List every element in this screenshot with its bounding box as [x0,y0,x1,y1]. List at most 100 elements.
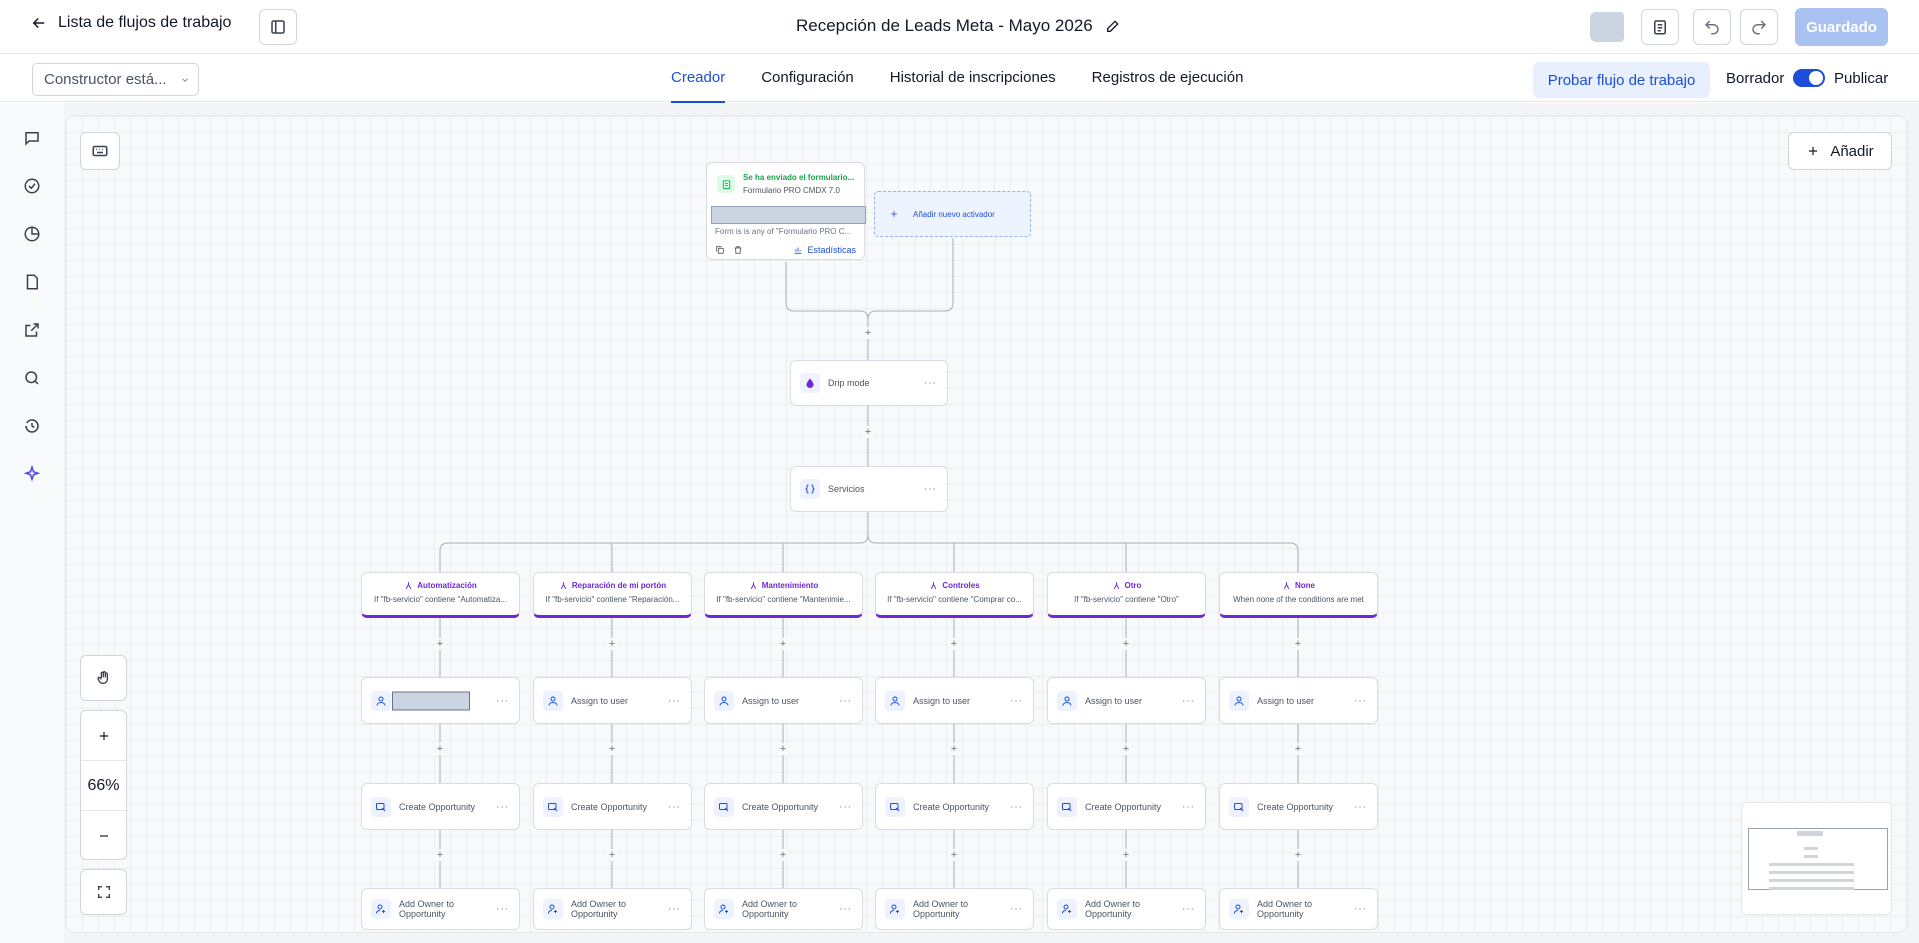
assign-user-node[interactable]: ··· [361,677,520,724]
branch-none[interactable]: None When none of the conditions are met [1219,572,1378,618]
add-step-plus[interactable]: + [434,849,446,861]
more-icon[interactable]: ··· [668,801,681,812]
trash-icon[interactable] [733,245,743,255]
sparkle-icon[interactable] [21,463,43,485]
add-step-plus[interactable]: + [1292,638,1304,650]
branch-reparacion[interactable]: Reparación de mi portón If "fb-servicio"… [533,572,692,618]
more-icon[interactable]: ··· [496,801,509,812]
add-step-plus[interactable]: + [606,638,618,650]
add-trigger-button[interactable]: Añadir nuevo activador [874,191,1031,237]
tab-configuracion[interactable]: Configuración [761,55,854,102]
more-icon[interactable]: ··· [839,904,852,915]
more-icon[interactable]: ··· [924,378,937,389]
check-circle-icon[interactable] [21,175,43,197]
more-icon[interactable]: ··· [668,695,681,706]
search-icon[interactable] [21,367,43,389]
more-icon[interactable]: ··· [1354,801,1367,812]
publish-toggle[interactable] [1793,69,1825,87]
file-icon[interactable] [21,271,43,293]
add-step-plus[interactable]: + [1292,743,1304,755]
create-opportunity-node[interactable]: Create Opportunity ··· [704,783,863,830]
add-step-plus[interactable]: + [1120,743,1132,755]
undo-button[interactable] [1693,9,1731,45]
add-step-plus[interactable]: + [434,743,446,755]
more-icon[interactable]: ··· [496,904,509,915]
more-icon[interactable]: ··· [1010,695,1023,706]
branch-otro[interactable]: Otro If "fb-servicio" contiene "Otro" [1047,572,1206,618]
drip-mode-node[interactable]: Drip mode ··· [790,360,948,406]
keyboard-shortcuts-button[interactable] [80,132,120,170]
branch-automatizacion[interactable]: Automatización If "fb-servicio" contiene… [361,572,520,618]
more-icon[interactable]: ··· [839,695,852,706]
assign-user-node[interactable]: Assign to user ··· [533,677,692,724]
avatar[interactable] [1590,12,1624,42]
branch-mantenimiento[interactable]: Mantenimiento If "fb-servicio" contiene … [704,572,863,618]
history-icon[interactable] [21,415,43,437]
tab-registros[interactable]: Registros de ejecución [1092,55,1244,102]
add-step-plus[interactable]: + [777,638,789,650]
more-icon[interactable]: ··· [839,801,852,812]
tab-historial[interactable]: Historial de inscripciones [890,55,1056,102]
add-step-plus[interactable]: + [948,743,960,755]
add-step-plus[interactable]: + [1120,638,1132,650]
services-node[interactable]: Servicios ··· [790,466,948,512]
add-step-plus[interactable]: + [948,638,960,650]
minimap[interactable] [1741,802,1892,915]
add-step-plus[interactable]: + [606,849,618,861]
add-step-plus[interactable]: + [1292,849,1304,861]
sidebar-toggle-button[interactable] [259,9,297,45]
add-step-plus[interactable]: + [777,743,789,755]
chat-icon[interactable] [21,127,43,149]
save-button[interactable]: Guardado [1795,8,1888,46]
assign-user-node[interactable]: Assign to user ··· [704,677,863,724]
pie-chart-icon[interactable] [21,223,43,245]
more-icon[interactable]: ··· [924,484,937,495]
create-opportunity-node[interactable]: Create Opportunity ··· [875,783,1034,830]
branch-controles[interactable]: Controles If "fb-servicio" contiene "Com… [875,572,1034,618]
add-step-plus[interactable]: + [434,638,446,650]
test-workflow-button[interactable]: Probar flujo de trabajo [1533,62,1710,98]
more-icon[interactable]: ··· [668,904,681,915]
add-owner-node[interactable]: Add Owner to Opportunity ··· [875,888,1034,930]
more-icon[interactable]: ··· [1182,695,1195,706]
more-icon[interactable]: ··· [1354,904,1367,915]
add-owner-node[interactable]: Add Owner to Opportunity ··· [1047,888,1206,930]
more-icon[interactable]: ··· [1182,801,1195,812]
fit-view-button[interactable] [80,869,127,915]
assign-user-node[interactable]: Assign to user ··· [875,677,1034,724]
add-owner-node[interactable]: Add Owner to Opportunity ··· [704,888,863,930]
assign-user-node[interactable]: Assign to user ··· [1047,677,1206,724]
create-opportunity-node[interactable]: Create Opportunity ··· [1219,783,1378,830]
add-button[interactable]: Añadir [1788,132,1892,170]
create-opportunity-node[interactable]: Create Opportunity ··· [361,783,520,830]
pan-tool-button[interactable] [80,655,127,701]
add-step-plus[interactable]: + [948,849,960,861]
add-step-plus[interactable]: + [606,743,618,755]
pencil-icon[interactable] [1105,18,1121,34]
add-step-plus[interactable]: + [862,327,874,339]
redo-button[interactable] [1740,9,1778,45]
builder-select[interactable]: Constructor está... [32,63,199,96]
back-to-workflows-link[interactable]: Lista de flujos de trabajo [30,14,231,32]
zoom-out-button[interactable] [81,811,126,861]
add-owner-node[interactable]: Add Owner to Opportunity ··· [1219,888,1378,930]
zoom-in-button[interactable] [81,711,126,761]
add-step-plus[interactable]: + [1120,849,1132,861]
add-step-plus[interactable]: + [862,426,874,438]
add-owner-node[interactable]: Add Owner to Opportunity ··· [361,888,520,930]
create-opportunity-node[interactable]: Create Opportunity ··· [533,783,692,830]
external-link-icon[interactable] [21,319,43,341]
stats-link[interactable]: Estadísticas [793,245,856,255]
workflow-notes-button[interactable] [1641,9,1679,45]
create-opportunity-node[interactable]: Create Opportunity ··· [1047,783,1206,830]
trigger-card[interactable]: Se ha enviado el formulario... Formulari… [706,162,866,260]
add-owner-node[interactable]: Add Owner to Opportunity ··· [533,888,692,930]
more-icon[interactable]: ··· [1182,904,1195,915]
tab-creador[interactable]: Creador [671,55,726,103]
copy-icon[interactable] [715,245,725,255]
more-icon[interactable]: ··· [1354,695,1367,706]
assign-user-node[interactable]: Assign to user ··· [1219,677,1378,724]
more-icon[interactable]: ··· [496,695,509,706]
more-icon[interactable]: ··· [1010,904,1023,915]
add-step-plus[interactable]: + [777,849,789,861]
